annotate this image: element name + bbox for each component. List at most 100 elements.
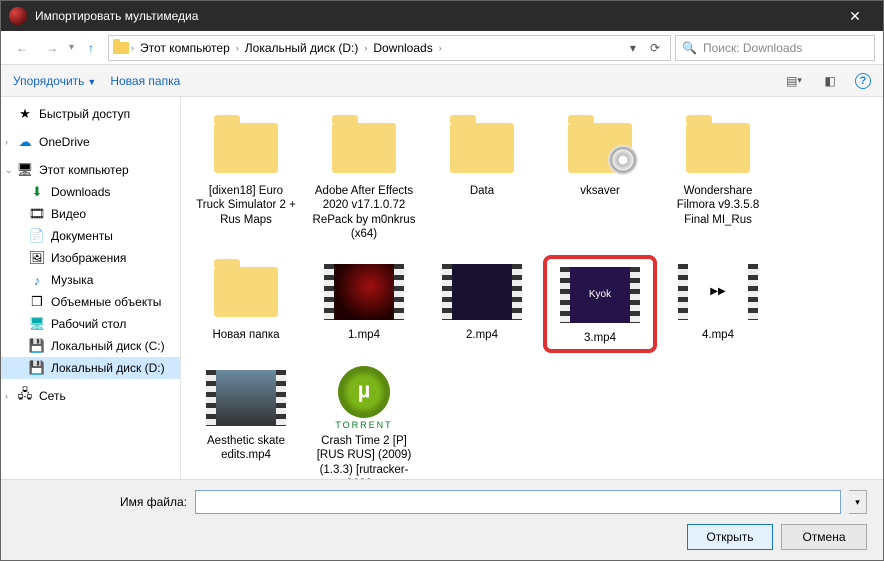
toolbar: Упорядочить▼ Новая папка ▤▾ ◧ ? [1, 65, 883, 97]
folder-icon [206, 116, 286, 180]
sidebar-item-3dobjects[interactable]: ❒Объемные объекты [1, 291, 180, 313]
history-dropdown[interactable]: ▾ [69, 42, 74, 53]
folder-icon [324, 116, 404, 180]
file-item-label: 1.mp4 [348, 328, 380, 342]
titlebar[interactable]: Импортировать мультимедиа ✕ [1, 1, 883, 31]
file-item[interactable]: [dixen18] Euro Truck Simulator 2 + Rus M… [189, 111, 303, 247]
filename-dropdown[interactable]: ▾ [849, 490, 867, 514]
chevron-down-icon[interactable]: ⌄ [5, 165, 13, 176]
file-item[interactable]: 1.mp4 [307, 255, 421, 353]
file-item[interactable]: Data [425, 111, 539, 247]
folder-icon [560, 116, 640, 180]
cloud-icon: ☁ [17, 134, 33, 150]
file-item-label: Новая папка [212, 328, 279, 342]
video-thumbnail [206, 366, 286, 430]
app-icon [9, 7, 27, 25]
breadcrumb-segment[interactable]: Локальный диск (D:) [241, 41, 363, 55]
cube-icon: ❒ [29, 294, 45, 310]
sidebar-item-downloads[interactable]: ⬇Downloads [1, 181, 180, 203]
open-button[interactable]: Открыть [687, 524, 773, 550]
sidebar-this-pc[interactable]: ⌄🖥Этот компьютер [1, 159, 180, 181]
file-item[interactable]: 2.mp4 [425, 255, 539, 353]
video-thumbnail [442, 260, 522, 324]
search-placeholder: Поиск: Downloads [703, 41, 802, 55]
video-icon: 🎞 [29, 206, 45, 222]
close-button[interactable]: ✕ [835, 8, 875, 25]
filename-input[interactable] [195, 490, 841, 514]
sidebar-item-music[interactable]: ♪Музыка [1, 269, 180, 291]
video-thumbnail: ▶▶ [678, 260, 758, 324]
file-item-label: Adobe After Effects 2020 v17.1.0.72 RePa… [312, 184, 416, 242]
view-options-button[interactable]: ▤▾ [783, 70, 805, 92]
file-item[interactable]: Adobe After Effects 2020 v17.1.0.72 RePa… [307, 111, 421, 247]
picture-icon: 🖼 [29, 250, 45, 266]
file-item[interactable]: Kyok 3.mp4 [543, 255, 657, 353]
file-item-label: 2.mp4 [466, 328, 498, 342]
file-item-label: Crash Time 2 [P] [RUS RUS] (2009) (1.3.3… [312, 434, 416, 479]
file-item[interactable]: Новая папка [189, 255, 303, 353]
sidebar-item-videos[interactable]: 🎞Видео [1, 203, 180, 225]
chevron-right-icon[interactable]: › [5, 137, 8, 147]
folder-icon [206, 260, 286, 324]
file-list[interactable]: [dixen18] Euro Truck Simulator 2 + Rus M… [181, 97, 883, 479]
window-title: Импортировать мультимедиа [35, 9, 835, 23]
file-item[interactable]: Aesthetic skate edits.mp4 [189, 361, 303, 479]
file-item-label: Aesthetic skate edits.mp4 [194, 434, 298, 463]
up-button[interactable]: ↑ [78, 35, 104, 61]
file-item[interactable]: vksaver [543, 111, 657, 247]
search-box[interactable]: 🔍 Поиск: Downloads [675, 35, 875, 61]
network-icon: 🖧 [17, 388, 33, 404]
sidebar-item-desktop[interactable]: 🖥Рабочий стол [1, 313, 180, 335]
filename-label: Имя файла: [17, 495, 187, 509]
navigation-bar: ← → ▾ ↑ › Этот компьютер › Локальный дис… [1, 31, 883, 65]
download-icon: ⬇ [29, 184, 45, 200]
address-bar[interactable]: › Этот компьютер › Локальный диск (D:) ›… [108, 35, 671, 61]
drive-icon: 💾 [29, 338, 45, 354]
file-item-label: 4.mp4 [702, 328, 734, 342]
chevron-right-icon[interactable]: › [5, 391, 8, 401]
file-item-label: Data [470, 184, 494, 198]
search-icon: 🔍 [682, 41, 697, 55]
dialog-footer: Имя файла: ▾ Открыть Отмена [1, 479, 883, 560]
forward-button[interactable]: → [39, 35, 65, 61]
file-item-label: 3.mp4 [584, 331, 616, 345]
file-item-label: Wondershare Filmora v9.3.5.8 Final MI_Ru… [666, 184, 770, 227]
folder-icon [678, 116, 758, 180]
help-button[interactable]: ? [855, 73, 871, 89]
desktop-icon: 🖥 [29, 316, 45, 332]
music-icon: ♪ [29, 272, 45, 288]
breadcrumb-segment[interactable]: Этот компьютер [136, 41, 234, 55]
star-icon: ★ [17, 106, 33, 122]
file-item-label: [dixen18] Euro Truck Simulator 2 + Rus M… [194, 184, 298, 227]
sidebar-quick-access[interactable]: ★Быстрый доступ [1, 103, 180, 125]
chevron-right-icon: › [236, 43, 239, 53]
file-item[interactable]: Wondershare Filmora v9.3.5.8 Final MI_Ru… [661, 111, 775, 247]
sidebar-network[interactable]: ›🖧Сеть [1, 385, 180, 407]
back-button[interactable]: ← [9, 35, 35, 61]
monitor-icon: 🖥 [17, 162, 33, 178]
refresh-button[interactable]: ⟳ [644, 41, 666, 55]
drive-icon: 💾 [29, 360, 45, 376]
chevron-right-icon: › [364, 43, 367, 53]
folder-icon [113, 42, 129, 54]
new-folder-button[interactable]: Новая папка [110, 74, 180, 88]
chevron-right-icon: › [131, 43, 134, 53]
sidebar-item-pictures[interactable]: 🖼Изображения [1, 247, 180, 269]
file-item[interactable]: TORRENTCrash Time 2 [P] [RUS RUS] (2009)… [307, 361, 421, 479]
organize-menu[interactable]: Упорядочить▼ [13, 74, 96, 88]
cancel-button[interactable]: Отмена [781, 524, 867, 550]
torrent-icon: TORRENT [324, 366, 404, 430]
sidebar-item-drive-c[interactable]: 💾Локальный диск (C:) [1, 335, 180, 357]
file-dialog: Импортировать мультимедиа ✕ ← → ▾ ↑ › Эт… [0, 0, 884, 561]
file-item[interactable]: ▶▶ 4.mp4 [661, 255, 775, 353]
sidebar-item-drive-d[interactable]: 💾Локальный диск (D:) [1, 357, 180, 379]
navigation-pane: ★Быстрый доступ ›☁OneDrive ⌄🖥Этот компью… [1, 97, 181, 479]
sidebar-onedrive[interactable]: ›☁OneDrive [1, 131, 180, 153]
file-item-label: vksaver [580, 184, 620, 198]
address-dropdown[interactable]: ▾ [624, 41, 642, 55]
sidebar-item-documents[interactable]: 📄Документы [1, 225, 180, 247]
video-thumbnail: Kyok [560, 263, 640, 327]
chevron-right-icon: › [439, 43, 442, 53]
breadcrumb-segment[interactable]: Downloads [369, 41, 436, 55]
preview-pane-button[interactable]: ◧ [819, 70, 841, 92]
